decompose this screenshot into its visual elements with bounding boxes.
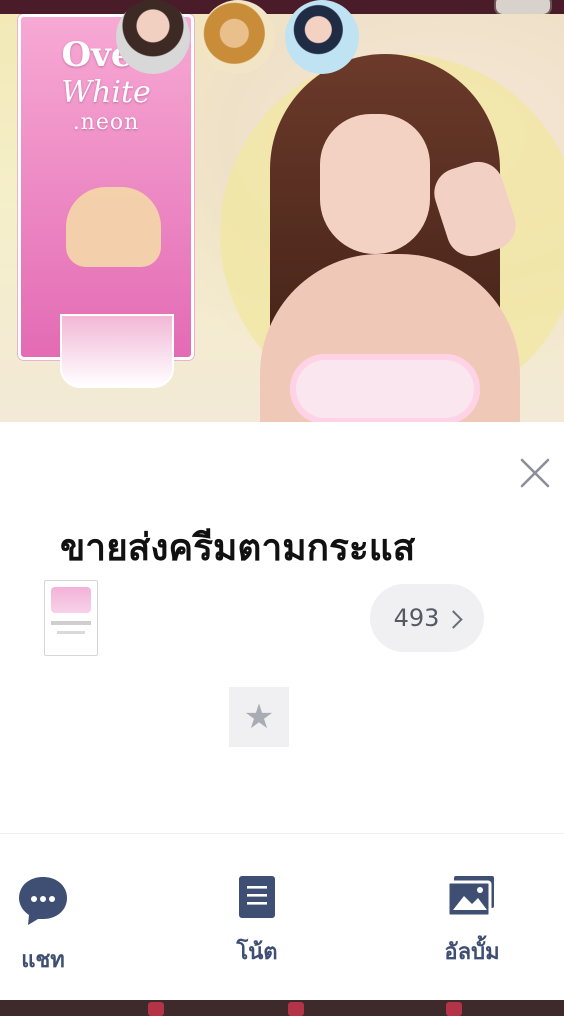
member-avatar-2[interactable] bbox=[116, 0, 190, 74]
member-avatar-3[interactable] bbox=[201, 0, 275, 74]
member-count: 493 bbox=[393, 604, 440, 632]
product-cap bbox=[60, 314, 174, 388]
unicorn-graphic bbox=[66, 187, 161, 267]
strip-decoration bbox=[148, 1002, 164, 1016]
group-name: ขายส่งครีมตามกระแส bbox=[60, 526, 416, 569]
album-icon bbox=[446, 876, 494, 918]
cover-person bbox=[250, 54, 550, 422]
avatar-thumbnail bbox=[51, 587, 91, 613]
top-bar bbox=[0, 0, 564, 16]
nav-note-label: โน้ต bbox=[236, 940, 278, 965]
avatar-text-line bbox=[57, 631, 85, 634]
close-icon[interactable] bbox=[518, 456, 552, 490]
product-text-line3: .neon bbox=[72, 110, 140, 135]
nav-chat[interactable]: แชท bbox=[0, 874, 103, 977]
nav-album[interactable]: อัลบั้ม bbox=[412, 874, 532, 969]
person-top bbox=[290, 354, 480, 422]
bottom-nav: แชท โน้ต อัลบั้ม bbox=[0, 834, 564, 1000]
nav-note[interactable]: โน้ต bbox=[197, 874, 317, 969]
strip-decoration bbox=[446, 1002, 462, 1016]
strip-decoration bbox=[288, 1002, 304, 1016]
nav-chat-label: แชท bbox=[21, 948, 65, 973]
member-avatar-1[interactable] bbox=[44, 580, 98, 656]
favorite-button[interactable]: ★ bbox=[229, 687, 289, 747]
cover-photo: Over White .neon bbox=[0, 14, 564, 422]
chat-bubble-icon bbox=[19, 877, 67, 925]
chevron-right-icon bbox=[444, 609, 464, 629]
member-count-button[interactable]: 493 bbox=[370, 584, 484, 652]
product-text-line2: White bbox=[61, 75, 151, 110]
avatar-text-line bbox=[51, 621, 91, 625]
member-avatar-4[interactable] bbox=[285, 0, 359, 74]
star-icon: ★ bbox=[243, 697, 275, 737]
bottom-strip bbox=[0, 1000, 564, 1016]
person-face bbox=[320, 114, 430, 254]
note-icon bbox=[239, 876, 275, 918]
nav-album-label: อัลบั้ม bbox=[444, 940, 500, 965]
